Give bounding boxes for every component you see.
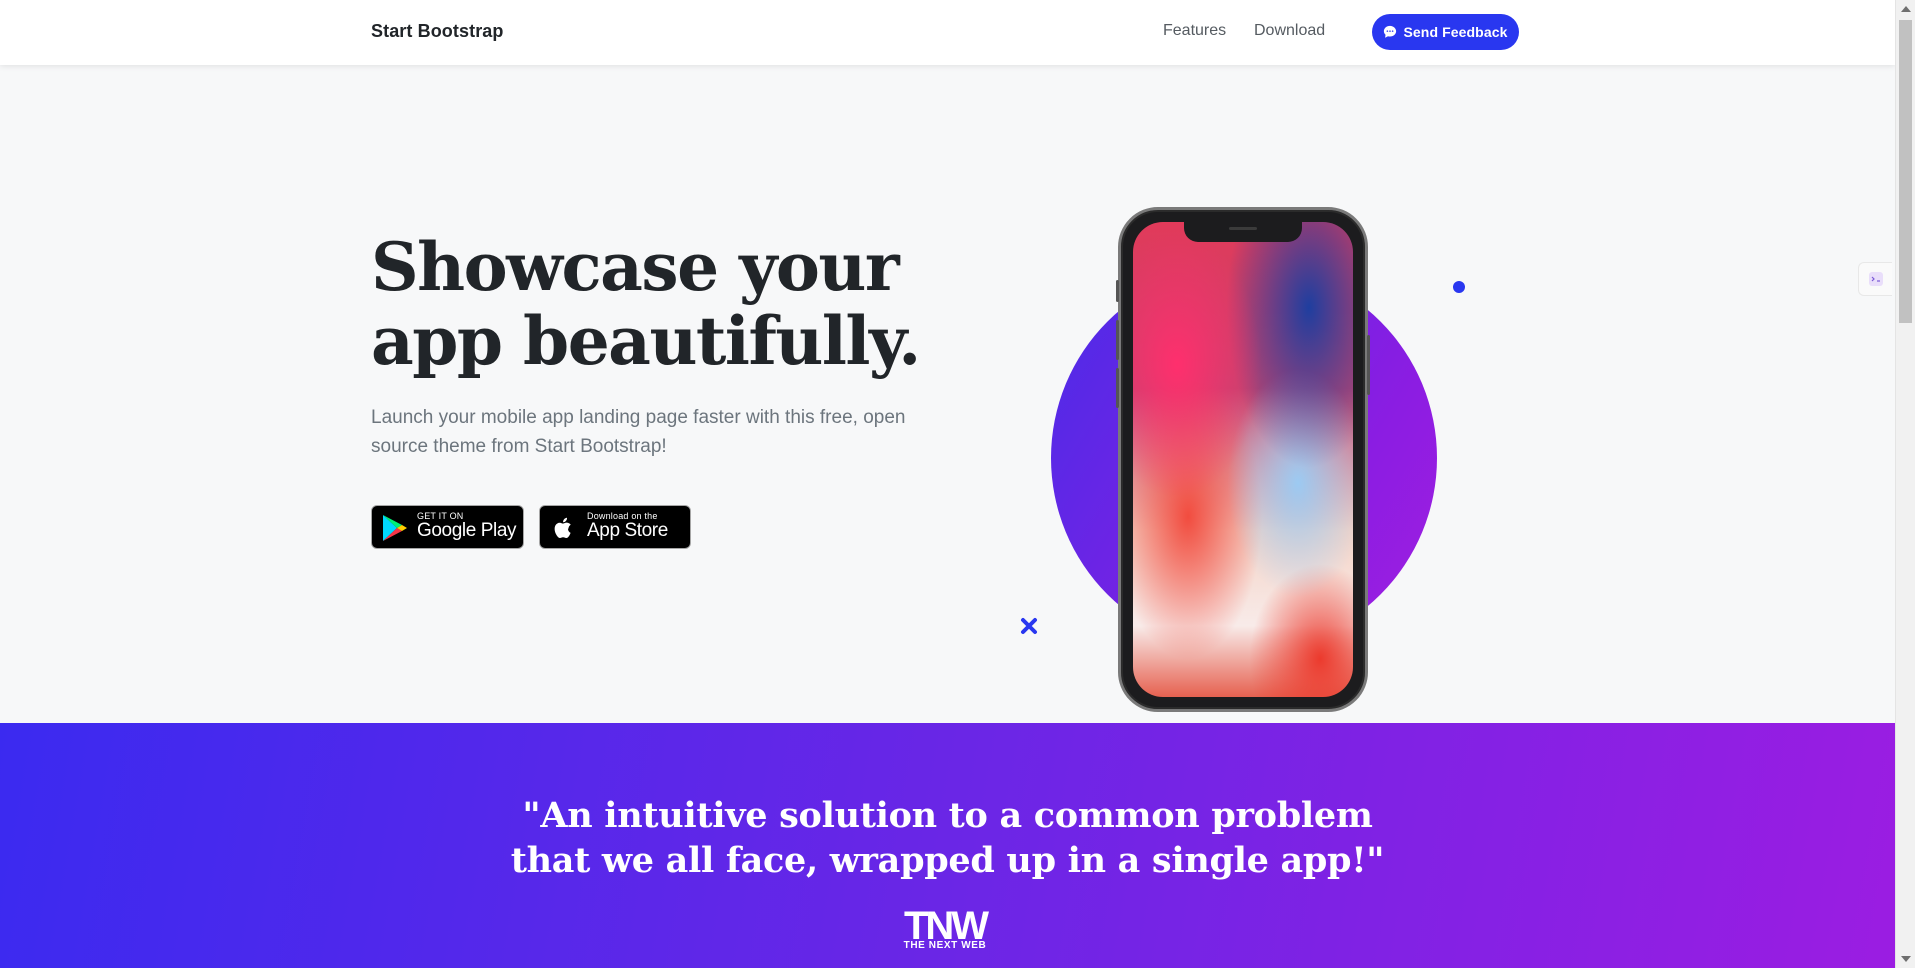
nav-link-download[interactable]: Download: [1254, 22, 1325, 40]
nav-link-features[interactable]: Features: [1163, 22, 1226, 40]
brand-link[interactable]: Start Bootstrap: [371, 21, 504, 42]
decorative-dot: [1453, 281, 1465, 293]
hero-title-line-1: Showcase your: [371, 228, 900, 306]
scroll-up-arrow[interactable]: [1901, 6, 1911, 12]
phone-screen: [1133, 222, 1353, 697]
decorative-x-icon: [1020, 617, 1038, 640]
phone-side-button: [1367, 335, 1370, 395]
phone-mockup: [1116, 207, 1370, 712]
testimonial-quote-line-2: that we all face, wrapped up in a single…: [510, 840, 1385, 881]
phone-notch: [1184, 222, 1302, 242]
vertical-scrollbar[interactable]: [1895, 0, 1915, 968]
app-store-big-text: App Store: [587, 520, 668, 541]
page: Start Bootstrap Features Download Send F…: [0, 0, 1895, 968]
tnw-logo: TNW THE NEXT WEB: [893, 904, 997, 956]
send-feedback-button[interactable]: Send Feedback: [1372, 14, 1519, 50]
testimonial-quote: "An intuitive solution to a common probl…: [0, 793, 1895, 883]
phone-speaker: [1229, 227, 1257, 230]
chat-bubble-icon: [1383, 25, 1397, 39]
phone-side-button: [1116, 368, 1119, 408]
phone-side-button: [1116, 320, 1119, 360]
google-play-badge[interactable]: GET IT ON Google Play: [371, 505, 524, 549]
tnw-logo-text: THE NEXT WEB: [903, 940, 987, 951]
scroll-down-arrow[interactable]: [1901, 956, 1911, 962]
extension-icon: [1859, 272, 1893, 299]
app-store-badge[interactable]: Download on the App Store: [539, 505, 691, 549]
send-feedback-label: Send Feedback: [1403, 24, 1508, 40]
hero-section: Showcase your app beautifully. Launch yo…: [0, 65, 1895, 723]
scroll-thumb[interactable]: [1899, 20, 1912, 323]
google-play-icon: [380, 513, 410, 548]
google-play-big-text: Google Play: [417, 520, 517, 541]
hero-subtitle: Launch your mobile app landing page fast…: [371, 407, 906, 457]
testimonial-section: "An intuitive solution to a common probl…: [0, 723, 1895, 968]
apple-icon: [548, 513, 578, 548]
navbar: Start Bootstrap Features Download Send F…: [0, 0, 1895, 65]
svg-text:TNW: TNW: [904, 908, 989, 942]
phone-side-button: [1116, 280, 1119, 302]
testimonial-quote-line-1: "An intuitive solution to a common probl…: [522, 795, 1373, 836]
tnw-logo-mark: TNW: [904, 904, 992, 948]
hero-title-line-2: app beautifully.: [371, 302, 921, 380]
extension-tab[interactable]: [1858, 262, 1892, 296]
hero-title: Showcase your app beautifully.: [371, 230, 931, 378]
